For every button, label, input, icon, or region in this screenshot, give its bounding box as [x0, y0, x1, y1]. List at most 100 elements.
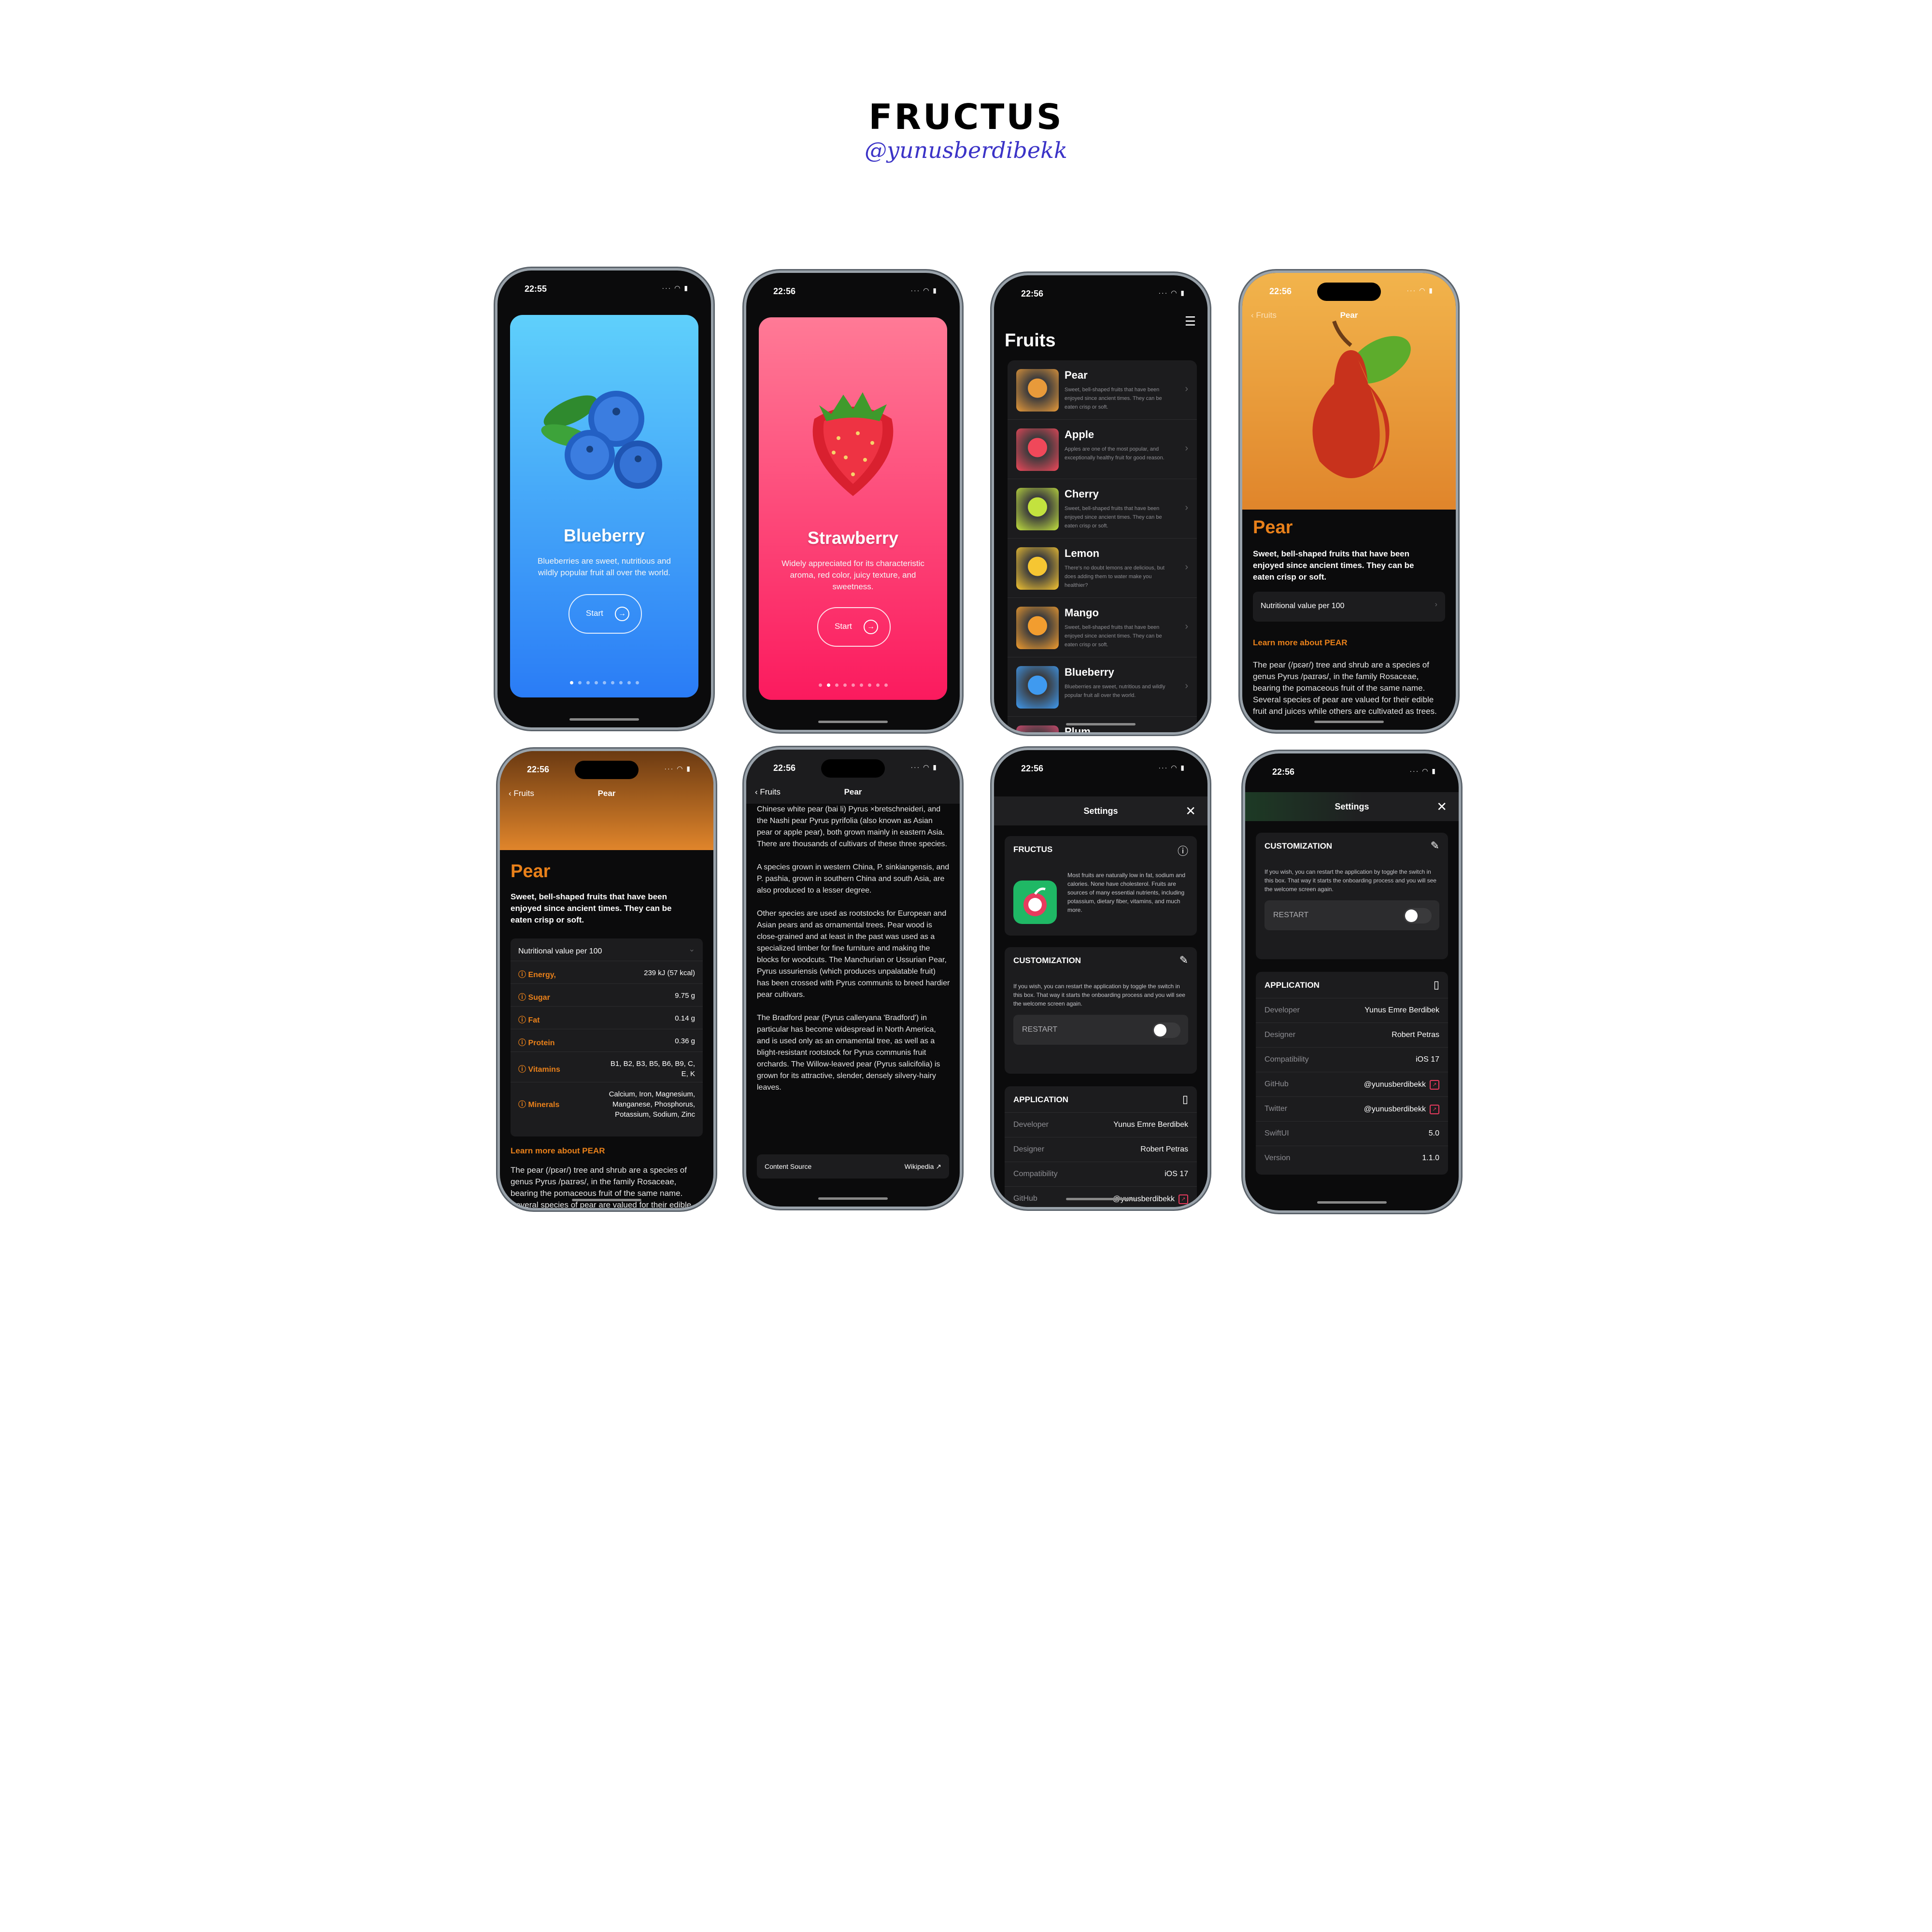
nutrition-label: Nutritional value per 100: [1261, 602, 1345, 610]
chevron-right-icon: ›: [1185, 562, 1188, 572]
settings-row-value-wrap: iOS 17: [1416, 1055, 1439, 1064]
nutrient-row: ⓘ Minerals Calcium, Iron, Magnesium, Mang…: [511, 1082, 703, 1123]
status-indicators: ··· ◠ ▮: [1158, 289, 1185, 297]
onboarding-description: Blueberries are sweet, nutritious and wi…: [538, 556, 671, 577]
external-link-icon: ↗: [1430, 1080, 1439, 1090]
status-time: 22:56: [1272, 767, 1295, 777]
nutrition-label: Nutritional value per 100: [518, 947, 602, 955]
settings-row: Developer Yunus Emre Berdibek: [1256, 998, 1448, 1023]
brand-handle: @yunusberdibekk: [865, 137, 1067, 163]
phone-icon: ▯: [1182, 1093, 1188, 1105]
settings-row-key: Twitter: [1264, 1105, 1288, 1113]
status-bar: 22:56 ··· ◠ ▮: [746, 282, 960, 301]
nutrient-value: 0.36 g: [675, 1037, 695, 1045]
list-item[interactable]: Lemon There's no doubt lemons are delicio…: [1008, 539, 1197, 598]
list-item-description: Sweet, bell-shaped fruits that have been…: [1065, 506, 1162, 529]
status-indicators: ··· ◠ ▮: [1409, 767, 1436, 775]
page-indicator[interactable]: [510, 678, 698, 687]
settings-row-value-wrap: @yunusberdibekk ↗: [1364, 1105, 1439, 1114]
status-time: 22:56: [773, 763, 796, 773]
dynamic-island: [575, 761, 639, 779]
external-link-icon: ↗: [1430, 1105, 1439, 1114]
restart-toggle[interactable]: [1152, 1023, 1180, 1038]
home-indicator: [569, 718, 639, 721]
phone-detail-hero: 22:56 ··· ◠ ▮ ‹ Fruits Pear Pear Sweet, b…: [1242, 273, 1456, 730]
list-item-title: Cherry: [1065, 488, 1099, 500]
settings-row[interactable]: Twitter @yunusberdibekk ↗: [1256, 1096, 1448, 1121]
sliders-icon[interactable]: ☰: [1185, 314, 1196, 329]
page-indicator[interactable]: [759, 681, 947, 689]
restart-label: RESTART: [1273, 911, 1309, 919]
fructus-description: Most fruits are naturally low in fat, so…: [1067, 872, 1186, 913]
settings-row-key: Version: [1264, 1154, 1291, 1162]
fruit-thumbnail: [1016, 666, 1059, 709]
nutrition-disclosure[interactable]: Nutritional value per 100 ⌄ ⓘ Energy, 239…: [511, 938, 703, 1136]
fruit-thumbnail: [1016, 488, 1059, 530]
onboarding-title: Blueberry: [563, 526, 645, 545]
status-time: 22:56: [1021, 289, 1044, 298]
fruit-thumbnail: [1016, 428, 1059, 471]
home-indicator: [1066, 1198, 1136, 1200]
list-item-title: Apple: [1065, 428, 1094, 440]
settings-row-key: Designer: [1264, 1031, 1296, 1039]
customization-description: If you wish, you can restart the applica…: [1013, 983, 1185, 1007]
wikipedia-link[interactable]: Wikipedia ↗: [905, 1163, 941, 1171]
nutrient-value: 0.14 g: [675, 1014, 695, 1023]
status-indicators: ··· ◠ ▮: [910, 763, 938, 771]
chevron-right-icon: ›: [1435, 600, 1437, 609]
status-bar: 22:56 ··· ◠ ▮: [994, 759, 1208, 778]
fruit-description: The pear (/pɛər/) tree and shrub are a s…: [511, 1165, 692, 1208]
info-icon: ⓘ: [1177, 845, 1188, 857]
nutrient-name-label: Fat: [528, 1016, 540, 1024]
status-indicators: ··· ◠ ▮: [1406, 286, 1434, 294]
list-item[interactable]: Mango Sweet, bell-shaped fruits that have…: [1008, 598, 1197, 657]
nutrient-name-label: Vitamins: [528, 1065, 560, 1074]
list-item[interactable]: Cherry Sweet, bell-shaped fruits that hav…: [1008, 479, 1197, 539]
settings-row: Compatibility iOS 17: [1005, 1162, 1197, 1186]
settings-row-value-wrap: 5.0: [1429, 1129, 1439, 1138]
phone-icon: ▯: [1433, 979, 1439, 991]
nutrition-disclosure[interactable]: Nutritional value per 100 ›: [1253, 592, 1445, 622]
restart-label: RESTART: [1022, 1025, 1058, 1034]
close-icon[interactable]: ✕: [1185, 796, 1196, 825]
nutrient-value: 9.75 g: [675, 992, 695, 1000]
settings-row-value-wrap: Yunus Emre Berdibek: [1364, 1006, 1439, 1015]
start-button[interactable]: Start →: [568, 594, 642, 634]
list-item[interactable]: Apple Apples are one of the most popular,…: [1008, 420, 1197, 479]
nav-title: Pear: [1340, 311, 1358, 320]
settings-row-key: SwiftUI: [1264, 1129, 1289, 1137]
group-title: FRUCTUS: [1013, 845, 1053, 854]
list-item[interactable]: Pear Sweet, bell-shaped fruits that have …: [1008, 360, 1197, 420]
group-title: CUSTOMIZATION: [1013, 956, 1081, 965]
settings-row-value-wrap: 1.1.0: [1422, 1154, 1439, 1163]
start-button[interactable]: Start →: [817, 607, 891, 647]
settings-row: SwiftUI 5.0: [1256, 1121, 1448, 1146]
home-indicator: [818, 721, 888, 723]
list-item-description: There's no doubt lemons are delicious, b…: [1065, 565, 1165, 588]
settings-row-value: Robert Petras: [1140, 1145, 1188, 1153]
status-time: 22:56: [1021, 764, 1044, 773]
settings-row: Designer Robert Petras: [1256, 1023, 1448, 1047]
settings-row-value: @yunusberdibekk: [1364, 1080, 1426, 1089]
fruit-thumbnail: [1016, 547, 1059, 590]
restart-toggle[interactable]: [1404, 908, 1432, 923]
nutrient-name: ⓘ Protein: [518, 1039, 555, 1047]
settings-row-value: Robert Petras: [1392, 1031, 1439, 1039]
nutrient-value: 239 kJ (57 kcal): [644, 969, 695, 977]
description-paragraph: Chinese white pear (bai li) Pyrus ×brets…: [757, 805, 947, 848]
list-item[interactable]: Blueberry Blueberries are sweet, nutritio…: [1008, 657, 1197, 717]
settings-row[interactable]: GitHub @yunusberdibekk ↗: [1005, 1186, 1197, 1207]
settings-row[interactable]: GitHub @yunusberdibekk ↗: [1256, 1072, 1448, 1096]
status-time: 22:55: [525, 284, 547, 294]
settings-row: Designer Robert Petras: [1005, 1137, 1197, 1162]
paintbrush-icon: ✎: [1430, 839, 1439, 852]
status-indicators: ··· ◠ ▮: [664, 765, 691, 772]
fruit-description: The pear (/pɛər/) tree and shrub are a s…: [1253, 660, 1437, 716]
phone-detail-nutrition: 22:56 ··· ◠ ▮ ‹ Fruits Pear Pear Sweet, b…: [500, 751, 713, 1208]
arrow-right-circle-icon: →: [615, 607, 629, 621]
close-icon[interactable]: ✕: [1436, 792, 1447, 821]
settings-row-value-wrap: iOS 17: [1165, 1170, 1188, 1179]
app-logo-icon: [1013, 881, 1057, 924]
application-group: APPLICATION ▯ Developer Yunus Emre Berdibe…: [1256, 972, 1448, 1175]
external-link-icon: ↗: [936, 1163, 941, 1170]
